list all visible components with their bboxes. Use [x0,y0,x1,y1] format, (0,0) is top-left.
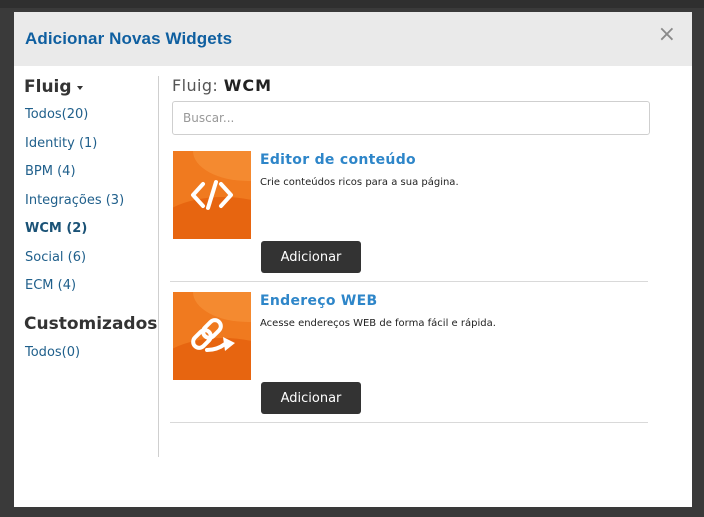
modal-title: Adicionar Novas Widgets [25,29,233,48]
close-icon[interactable]: × [658,24,676,46]
fluig-group-title: Fluig [24,77,72,97]
add-widgets-modal: Adicionar Novas Widgets × Fluig Todos(20… [14,12,692,507]
category-sidebar: Fluig Todos(20) Identity (1) BPM (4) Int… [24,76,158,361]
widget-description: Acesse endereços WEB de forma fácil e rá… [260,318,496,329]
widget-card: Endereço WEB Acesse endereços WEB de for… [170,282,648,423]
breadcrumb: Fluig: WCM [172,76,652,96]
code-icon [173,151,251,239]
customizados-group-title: Customizados [24,313,158,334]
category-item-identity[interactable]: Identity (1) [25,135,158,164]
custom-item-todos[interactable]: Todos(0) [25,344,158,361]
modal-header: Adicionar Novas Widgets × [14,12,692,66]
widget-card: Editor de conteúdo Crie conteúdos ricos … [170,141,648,282]
fluig-dropdown[interactable]: Fluig [24,76,158,98]
caret-down-icon [76,86,83,90]
breadcrumb-current: WCM [223,76,272,95]
widget-list-panel: Fluig: WCM Editor de conteúdo Crie conte… [170,76,652,423]
add-widget-button[interactable]: Adicionar [261,241,361,273]
custom-category-list: Todos(0) [25,344,158,361]
breadcrumb-prefix: Fluig: [172,76,219,95]
link-arrow-icon [173,292,251,380]
fluig-category-list: Todos(20) Identity (1) BPM (4) Integraçõ… [25,106,158,306]
sidebar-divider [158,76,159,457]
category-item-wcm[interactable]: WCM (2) [25,220,158,249]
category-item-integracoes[interactable]: Integrações (3) [25,192,158,221]
search-input[interactable] [172,101,650,135]
category-item-bpm[interactable]: BPM (4) [25,163,158,192]
widget-title[interactable]: Editor de conteúdo [260,152,416,168]
category-item-social[interactable]: Social (6) [25,249,158,278]
backdrop-bar [0,0,704,8]
category-item-ecm[interactable]: ECM (4) [25,277,158,306]
add-widget-button[interactable]: Adicionar [261,382,361,414]
widget-description: Crie conteúdos ricos para a sua página. [260,177,459,188]
widget-title[interactable]: Endereço WEB [260,293,378,309]
category-item-todos[interactable]: Todos(20) [25,106,158,135]
